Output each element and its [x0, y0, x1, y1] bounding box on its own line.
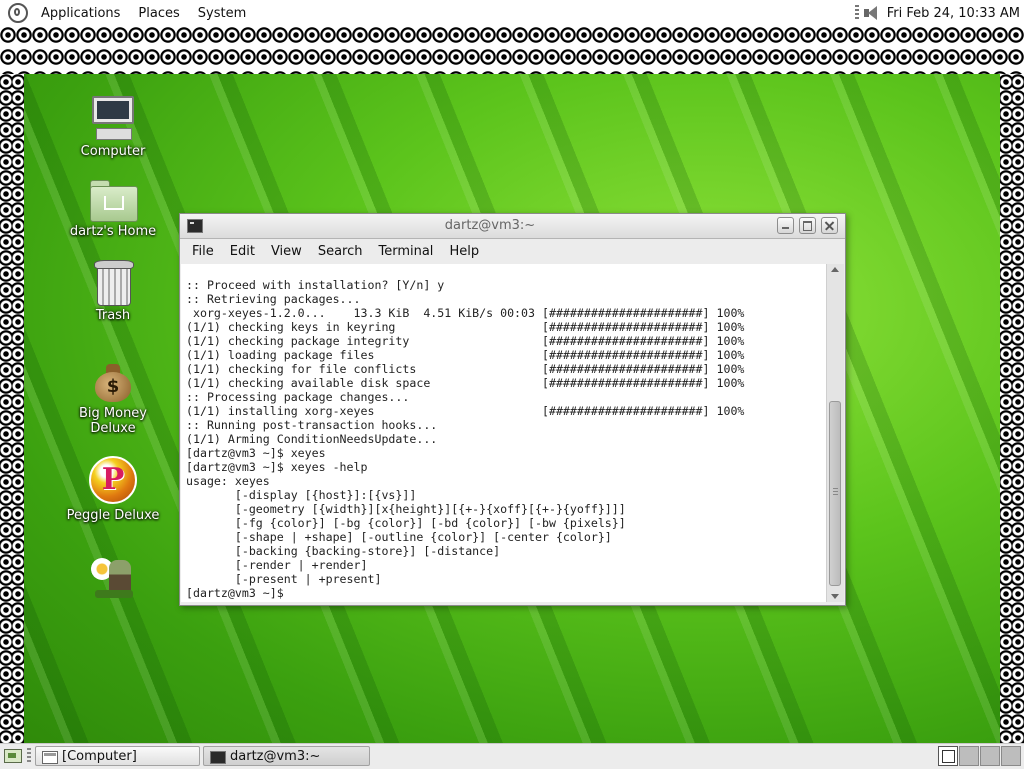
- maximize-button[interactable]: [799, 217, 816, 234]
- main-menu-bar: Applications Places System: [0, 0, 255, 26]
- terminal-icon: [210, 751, 226, 764]
- show-desktop-icon[interactable]: [2, 747, 24, 765]
- menu-edit[interactable]: Edit: [222, 239, 263, 264]
- terminal-line: [dartz@vm3 ~]$ xeyes: [186, 446, 326, 460]
- taskbar-button-terminal[interactable]: dartz@vm3:~: [203, 746, 370, 766]
- plants-vs-zombies-icon: [91, 556, 135, 600]
- terminal-line: [-backing {backing-store}] [-distance]: [186, 544, 501, 558]
- system-tray: Fri Feb 24, 10:33 AM: [854, 0, 1024, 26]
- eye-pattern-border-left: [0, 74, 24, 743]
- terminal-line: usage: xeyes: [186, 474, 270, 488]
- terminal-line: [dartz@vm3 ~]$ xeyes -help: [186, 460, 368, 474]
- desktop-icon-big-money-deluxe[interactable]: $ Big Money Deluxe: [53, 364, 173, 436]
- desktop-icon-plants-vs-zombies[interactable]: [53, 556, 173, 604]
- window-titlebar[interactable]: dartz@vm3:~: [180, 214, 845, 239]
- terminal-line: [-present | +present]: [186, 572, 382, 586]
- trash-icon: [94, 260, 134, 306]
- scroll-down-arrow-icon[interactable]: [831, 594, 839, 599]
- menu-view[interactable]: View: [263, 239, 310, 264]
- menu-help[interactable]: Help: [441, 239, 487, 264]
- menu-search[interactable]: Search: [310, 239, 371, 264]
- terminal-line: (1/1) checking package integrity [######…: [186, 334, 745, 348]
- taskbar-button-label: dartz@vm3:~: [230, 749, 321, 764]
- terminal-line: [-fg {color}] [-bg {color}] [-bd {color}…: [186, 516, 626, 530]
- workspace-4[interactable]: [1001, 746, 1021, 766]
- places-menu[interactable]: Places: [129, 3, 188, 25]
- desktop-icon-computer[interactable]: Computer: [53, 96, 173, 159]
- bottom-panel: [Computer] dartz@vm3:~: [0, 743, 1024, 769]
- home-folder-icon: [90, 180, 138, 222]
- taskbar-button-computer[interactable]: [Computer]: [35, 746, 200, 766]
- terminal-line: (1/1) checking for file conflicts [#####…: [186, 362, 745, 376]
- terminal-line: :: Retrieving packages...: [186, 292, 361, 306]
- workspace-3[interactable]: [980, 746, 1000, 766]
- desktop-icon-label: Computer: [80, 144, 146, 159]
- terminal-line: [-geometry [{width}][x{height}][{+-}{xof…: [186, 502, 626, 516]
- applications-menu[interactable]: Applications: [32, 3, 129, 25]
- clock[interactable]: Fri Feb 24, 10:33 AM: [887, 6, 1024, 21]
- scroll-up-arrow-icon[interactable]: [831, 267, 839, 272]
- system-menu[interactable]: System: [189, 3, 255, 25]
- terminal-line: xorg-xeyes-1.2.0... 13.3 KiB 4.51 KiB/s …: [186, 306, 745, 320]
- terminal-line: :: Processing package changes...: [186, 390, 410, 404]
- terminal-line: (1/1) checking available disk space [###…: [186, 376, 745, 390]
- panel-grip[interactable]: [27, 748, 31, 764]
- top-panel: Applications Places System Fri Feb 24, 1…: [0, 0, 1024, 26]
- terminal-line: [dartz@vm3 ~]$: [186, 586, 291, 600]
- menu-file[interactable]: File: [184, 239, 222, 264]
- terminal-line: [-render | +render]: [186, 558, 368, 572]
- terminal-line: (1/1) Arming ConditionNeedsUpdate...: [186, 432, 438, 446]
- taskbar-button-label: [Computer]: [62, 749, 137, 764]
- terminal-line: :: Proceed with installation? [Y/n] y: [186, 278, 445, 292]
- desktop-icon-home[interactable]: dartz's Home: [53, 180, 173, 239]
- close-button[interactable]: [821, 217, 838, 234]
- window-title: dartz@vm3:~: [444, 218, 536, 233]
- desktop-icon-trash[interactable]: Trash: [53, 260, 173, 323]
- file-manager-icon: [42, 751, 58, 764]
- workspace-2[interactable]: [959, 746, 979, 766]
- minimize-button[interactable]: [777, 217, 794, 234]
- desktop-icon-label: Trash: [95, 308, 131, 323]
- eye-pattern-border-right: [1000, 74, 1024, 743]
- terminal-menubar: File Edit View Search Terminal Help: [180, 239, 845, 264]
- terminal-line: [-display [{host}]:[{vs}]]: [186, 488, 417, 502]
- computer-icon: [90, 96, 136, 140]
- terminal-lines: :: Proceed with installation? [Y/n] y:: …: [186, 278, 744, 600]
- workspace-1[interactable]: [938, 746, 958, 766]
- terminal-line: [-shape | +shape] [-outline {color}] [-c…: [186, 530, 612, 544]
- volume-icon[interactable]: [863, 4, 881, 22]
- desktop-icon-label: Big Money Deluxe: [78, 406, 147, 436]
- desktop-icon-peggle-deluxe[interactable]: P Peggle Deluxe: [53, 456, 173, 523]
- menu-terminal[interactable]: Terminal: [370, 239, 441, 264]
- panel-grip[interactable]: [854, 5, 859, 21]
- terminal-output[interactable]: :: Proceed with installation? [Y/n] y:: …: [181, 264, 826, 602]
- terminal-window: dartz@vm3:~ File Edit View Search Termin…: [179, 213, 846, 606]
- peggle-icon: P: [89, 456, 137, 504]
- desktop-icon-label: Peggle Deluxe: [66, 508, 160, 523]
- terminal-scrollbar[interactable]: [826, 264, 844, 602]
- terminal-line: (1/1) installing xorg-xeyes [###########…: [186, 404, 745, 418]
- terminal-line: :: Running post-transaction hooks...: [186, 418, 438, 432]
- gnome-foot-icon[interactable]: [8, 3, 28, 23]
- scroll-thumb[interactable]: [829, 401, 841, 586]
- desktop-icon-label: dartz's Home: [69, 224, 157, 239]
- terminal-line: (1/1) checking keys in keyring [########…: [186, 320, 745, 334]
- terminal-line: (1/1) loading package files [###########…: [186, 348, 745, 362]
- money-bag-icon: $: [95, 364, 131, 402]
- eye-pattern-border-top: [0, 24, 1024, 74]
